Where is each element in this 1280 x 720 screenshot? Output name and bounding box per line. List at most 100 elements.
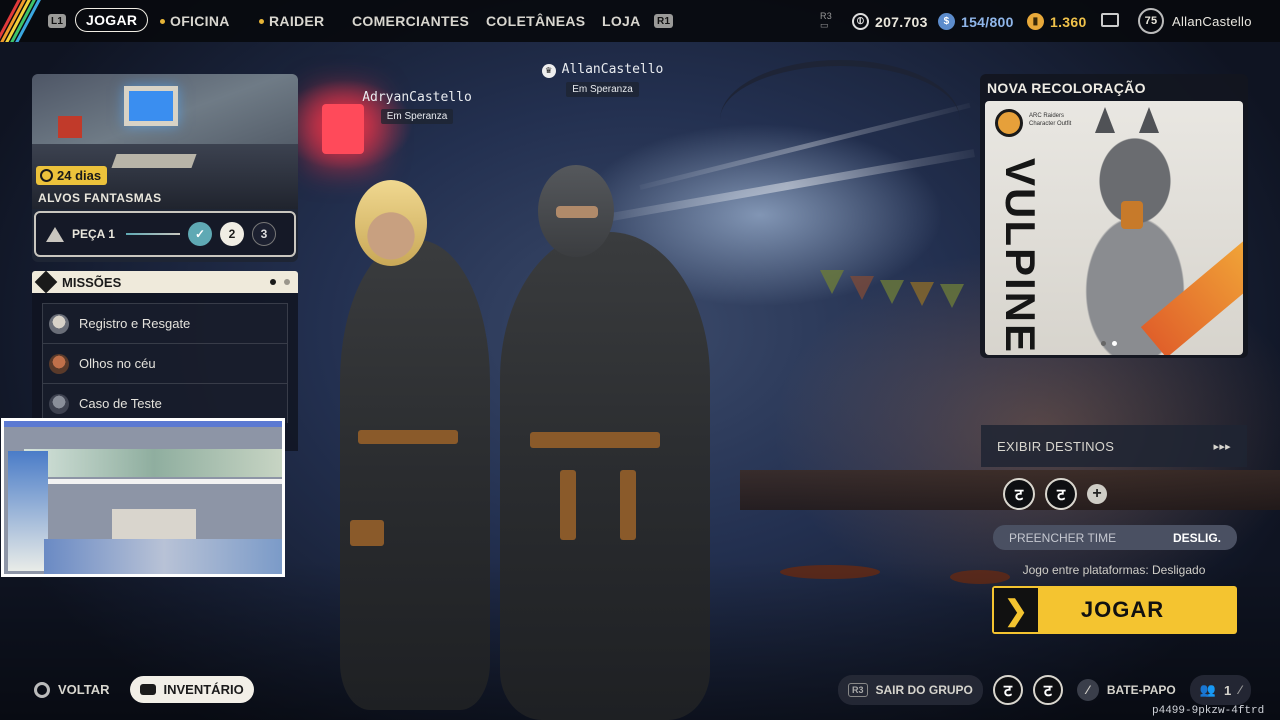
player-location: Em Speranza — [566, 82, 639, 97]
event-progress[interactable]: PEÇA 1 ✓ 2 3 — [34, 211, 296, 257]
party-member-avatar[interactable]: ट — [1045, 478, 1077, 510]
party-member-avatar[interactable]: ट — [1003, 478, 1035, 510]
fill-team-label: PREENCHER TIME — [1009, 530, 1117, 545]
tab-label: JOGAR — [86, 12, 138, 28]
tab-raider[interactable]: RAIDER — [259, 13, 324, 29]
r1-key-icon: R1 — [654, 14, 674, 28]
back-button[interactable]: VOLTAR — [34, 681, 118, 698]
tab-comerciantes[interactable]: COMERCIANTES — [352, 13, 469, 29]
token-icon: ▮ — [1027, 13, 1044, 30]
tab-label: LOJA — [602, 13, 641, 29]
party-count: 1 — [1223, 682, 1232, 698]
stash-icon: $ — [938, 13, 955, 30]
chat-key-icon: ⁄ — [1076, 679, 1099, 701]
mission-label: Caso de Teste — [79, 396, 162, 411]
missions-diamond-icon — [34, 270, 58, 294]
pennant — [850, 276, 874, 300]
page-dot-active-icon — [270, 279, 276, 285]
stopwatch-icon — [40, 169, 53, 182]
progress-track — [126, 233, 180, 235]
coins-value: 207.703 — [875, 13, 928, 30]
fill-team-value: DESLIG. — [1172, 530, 1221, 545]
pennant — [910, 282, 934, 306]
arch-structure — [720, 60, 960, 180]
party-member-avatar[interactable]: ट — [992, 675, 1023, 705]
mission-item[interactable]: Olhos no céu — [42, 343, 288, 383]
chat-button[interactable]: ⁄ BATE-PAPO — [1073, 675, 1180, 705]
event-card-image — [32, 74, 298, 209]
slash-key-icon: ⁄ — [1239, 683, 1242, 697]
mission-item[interactable]: Caso de Teste — [42, 383, 288, 423]
event-card[interactable]: 24 dias ALVOS FANTASMAS PEÇA 1 ✓ 2 3 — [32, 74, 298, 262]
fill-team-toggle[interactable]: PREENCHER TIME DESLIG. — [993, 525, 1237, 550]
harness — [530, 432, 660, 448]
add-member-icon[interactable]: + — [1087, 484, 1107, 504]
outfit-name: VULPINE — [997, 158, 1044, 355]
tab-loja[interactable]: LOJA — [602, 13, 641, 29]
show-destinations-button[interactable]: EXIBIR DESTINOS ▸▸▸ — [981, 425, 1247, 467]
play-chevron-icon: ❯ — [994, 588, 1038, 632]
tab-oficina[interactable]: OFICINA — [160, 13, 230, 29]
player-location: Em Speranza — [380, 109, 454, 124]
r3-key-label: R3 — [820, 11, 833, 21]
poster — [8, 451, 48, 571]
missions-header: MISSÕES — [32, 270, 298, 294]
trader-avatar-icon — [49, 393, 69, 414]
profile-username[interactable]: AllanCastello — [1172, 14, 1252, 29]
trader-avatar-icon — [49, 313, 69, 334]
player-name: AdryanCastello — [362, 90, 472, 105]
brand-stripes — [0, 0, 42, 42]
inventory-button[interactable]: INVENTÁRIO — [129, 676, 254, 703]
party-size-button[interactable]: 👥 1 ⁄ — [1189, 675, 1252, 705]
tab-jogar[interactable]: JOGAR — [75, 8, 149, 32]
character-blonde-head — [355, 180, 427, 266]
bunk-bed-bottom — [44, 539, 282, 574]
crt-monitor — [124, 86, 178, 126]
pennant — [820, 270, 844, 294]
triangle-icon — [46, 226, 64, 242]
player-tag-allan: ♛ AllanCastello Em Speranza — [530, 62, 675, 97]
crossplay-status: Jogo entre plataformas: Desligado — [1022, 563, 1206, 577]
webcam-overlay — [1, 418, 285, 577]
player-name: ♛ AllanCastello — [530, 62, 675, 78]
storage-value: 154/800 — [961, 13, 1014, 30]
play-button[interactable]: ❯ JOGAR — [992, 586, 1237, 634]
arc-logo-icon — [995, 109, 1023, 137]
carousel-dots — [1101, 341, 1117, 346]
player-name-text: AllanCastello — [561, 62, 664, 77]
tab-coletaneas[interactable]: COLETÂNEAS — [486, 13, 585, 29]
party-member-avatar[interactable]: ट — [1032, 675, 1063, 705]
carousel-dot-active-icon[interactable] — [1112, 341, 1117, 346]
bunk-frame — [24, 479, 282, 484]
bottom-left-actions: VOLTAR INVENTÁRIO — [34, 676, 254, 703]
l1-key-icon: L1 — [48, 14, 67, 28]
new-recolor-promo[interactable]: NOVA RECOLORAÇÃO ARC RaidersCharacter Ou… — [980, 74, 1248, 358]
event-timer-text: 24 dias — [57, 168, 102, 183]
step-3: 3 — [252, 222, 276, 246]
mission-item[interactable]: Registro e Resgate — [42, 303, 288, 343]
session-id: p4499-9pkzw-4ftrd — [1152, 705, 1265, 717]
harness — [358, 430, 458, 444]
mask-eyes — [556, 206, 598, 218]
harness — [350, 520, 384, 546]
red-box — [58, 116, 82, 138]
missions-title: MISSÕES — [62, 274, 122, 290]
inventory-label: INVENTÁRIO — [163, 682, 244, 697]
tokens-display[interactable]: ▮ 1.360 — [1027, 13, 1087, 30]
keyboard — [111, 154, 197, 168]
storage-display[interactable]: $ 154/800 — [938, 13, 1014, 30]
mail-icon[interactable] — [1101, 13, 1119, 27]
coin-icon: ⦶ — [852, 13, 869, 30]
page-dot-icon — [284, 279, 290, 285]
tab-label: RAIDER — [269, 13, 325, 29]
step-complete-check-icon: ✓ — [188, 222, 212, 246]
carousel-dot-icon[interactable] — [1101, 341, 1106, 346]
leave-group-button[interactable]: R3 SAIR DO GRUPO — [838, 675, 983, 705]
character-masked — [500, 232, 710, 720]
play-label: JOGAR — [1080, 597, 1165, 622]
character-blonde — [340, 240, 490, 710]
tab-label: COLETÂNEAS — [486, 13, 586, 29]
party-avatars: ट ट + — [1003, 478, 1107, 510]
promo-image: ARC RaidersCharacter Outfit VULPINE — [985, 101, 1243, 355]
coins-display[interactable]: ⦶ 207.703 — [852, 13, 928, 30]
